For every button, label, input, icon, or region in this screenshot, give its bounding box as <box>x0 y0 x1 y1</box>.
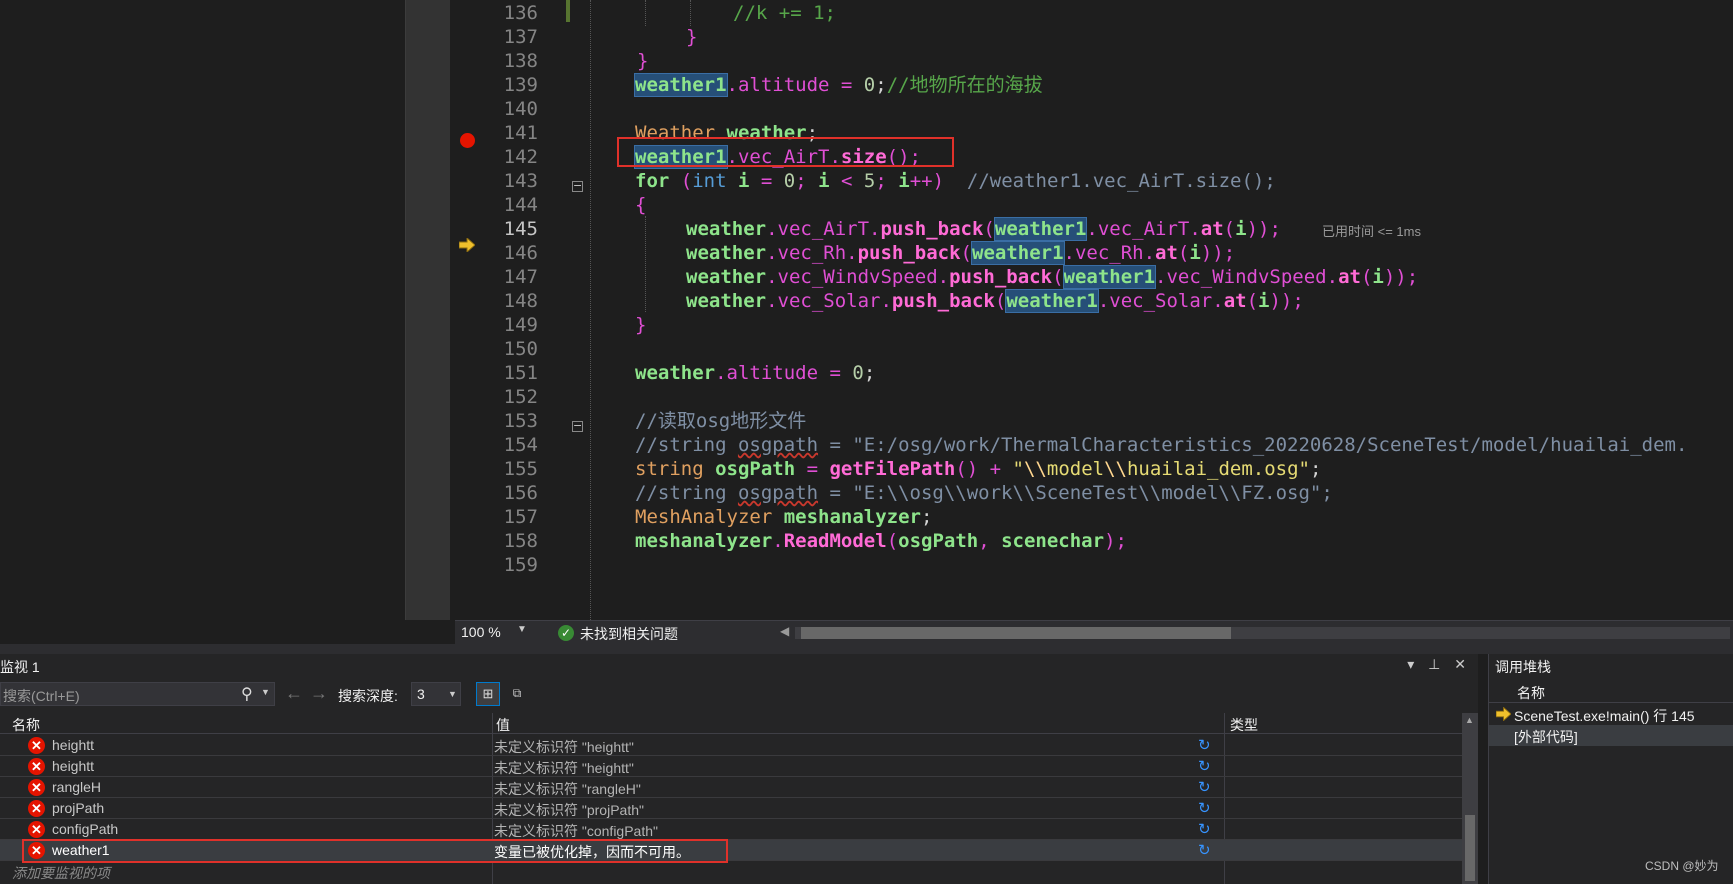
pin-icon[interactable]: ⊥ <box>1428 656 1440 672</box>
annotation-box <box>22 839 728 863</box>
format-icon[interactable]: ⧉ <box>505 682 529 706</box>
column-header-type[interactable]: 类型 <box>1230 715 1258 735</box>
watch-row-value: 未定义标识符 "heightt" <box>494 739 634 755</box>
editor-status-bar: 100 % ▼ ✓ 未找到相关问题 ◀ <box>455 620 1733 644</box>
code-line-148: weather.vec_Solar.push_back(weather1.vec… <box>686 289 1304 313</box>
error-icon: ✕ <box>28 821 45 838</box>
chevron-down-icon[interactable]: ▼ <box>517 624 527 635</box>
issues-status[interactable]: 未找到相关问题 <box>580 624 678 644</box>
watch-row-name[interactable]: projPath <box>52 800 104 816</box>
code-line-156: //string osgpath = "E:\\osg\\work\\Scene… <box>635 482 1333 504</box>
code-line-136: //k += 1; <box>733 2 836 24</box>
watch-row[interactable]: ✕ configPath 未定义标识符 "configPath" ↻ <box>0 819 1462 840</box>
code-line-157: MeshAnalyzer meshanalyzer; <box>635 506 933 528</box>
watch-row[interactable]: ✕ heightt 未定义标识符 "heightt" ↻ <box>0 756 1462 777</box>
code-line-138: } <box>637 50 649 72</box>
watch-toolbar: 搜索(Ctrl+E) ⚲ ▼ ← → 搜索深度: 3 ▼ ⊞ ⧉ <box>0 678 1478 710</box>
column-header-name[interactable]: 名称 <box>1517 683 1545 703</box>
watch-title: 监视 1 <box>0 659 40 675</box>
watch-row-name[interactable]: heightt <box>52 758 94 774</box>
code-line-153: //读取osg地形文件 <box>635 410 807 432</box>
call-stack-frame[interactable]: [外部代码] <box>1489 725 1733 746</box>
search-placeholder: 搜索(Ctrl+E) <box>3 688 80 704</box>
error-icon: ✕ <box>28 779 45 796</box>
search-depth-select[interactable]: 3 ▼ <box>411 682 461 706</box>
watch-row[interactable]: ✕ heightt 未定义标识符 "heightt" ↻ <box>0 735 1462 756</box>
column-header-name[interactable]: 名称 <box>12 715 40 735</box>
horizontal-scrollbar[interactable] <box>795 627 1730 639</box>
watch-row[interactable]: ✕ projPath 未定义标识符 "projPath" ↻ <box>0 798 1462 819</box>
add-watch-row[interactable]: 添加要监视的项 <box>0 861 1462 882</box>
search-input[interactable]: 搜索(Ctrl+E) ⚲ ▼ <box>0 682 275 706</box>
code-line-137: } <box>686 26 698 48</box>
search-icon[interactable]: ⚲ <box>241 684 253 704</box>
call-stack-header: 名称 <box>1489 679 1733 703</box>
watch-window: 监视 1 ▾ ⊥ ✕ 搜索(Ctrl+E) ⚲ ▼ ← → 搜索深度: 3 ▼ … <box>0 654 1478 884</box>
scroll-left-icon[interactable]: ◀ <box>780 624 789 638</box>
scroll-up-icon[interactable]: ▲ <box>1465 715 1474 725</box>
error-icon: ✕ <box>28 737 45 754</box>
call-stack-frame-label: SceneTest.exe!main() 行 145 <box>1514 708 1695 724</box>
watch-grid: 名称 值 类型 ✕ heightt 未定义标识符 "heightt" ↻ ✕ h… <box>0 713 1478 884</box>
code-line-155: string osgPath = getFilePath() + "\\mode… <box>635 458 1322 480</box>
zoom-level[interactable]: 100 % <box>461 624 501 640</box>
code-line-158: meshanalyzer.ReadModel(osgPath, scenecha… <box>635 530 1127 552</box>
elapsed-time-hint: 已用时间 <= 1ms <box>1322 224 1421 239</box>
refresh-icon[interactable]: ↻ <box>1198 820 1211 838</box>
error-icon: ✕ <box>28 800 45 817</box>
watch-row-value: 未定义标识符 "configPath" <box>494 823 658 839</box>
close-icon[interactable]: ✕ <box>1454 656 1466 672</box>
code-line-143: for (int i = 0; i < 5; i++) //weather1.v… <box>635 170 1276 192</box>
window-controls: ▾ ⊥ ✕ <box>1397 656 1466 673</box>
filter-icon[interactable]: ⊞ <box>476 682 500 706</box>
watch-row-name[interactable]: heightt <box>52 737 94 753</box>
panel-splitter[interactable] <box>0 644 1733 654</box>
check-circle-icon: ✓ <box>558 625 574 641</box>
scrollbar-thumb[interactable] <box>1465 815 1475 881</box>
refresh-icon[interactable]: ↻ <box>1198 736 1211 754</box>
current-frame-arrow-icon <box>1496 707 1511 721</box>
watch-row-value: 未定义标识符 "rangleH" <box>494 781 641 797</box>
code-editor[interactable]: 136 137 138 139 140 141 142 143 144 145 … <box>0 0 1733 620</box>
refresh-icon[interactable]: ↻ <box>1198 841 1211 859</box>
grid-header: 名称 值 类型 <box>0 713 1462 734</box>
refresh-icon[interactable]: ↻ <box>1198 757 1211 775</box>
call-stack-window: 调用堆栈 名称 SceneTest.exe!main() 行 145 [外部代码… <box>1488 654 1733 884</box>
refresh-icon[interactable]: ↻ <box>1198 778 1211 796</box>
watch-row-name[interactable]: configPath <box>52 821 118 837</box>
watermark: CSDN @妙为 <box>1645 859 1719 873</box>
code-line-149: } <box>635 314 647 336</box>
watch-row-value: 未定义标识符 "heightt" <box>494 760 634 776</box>
code-line-139: weather1.altitude = 0;//地物所在的海拔 <box>634 73 1043 97</box>
call-stack-frame-label: [外部代码] <box>1514 729 1578 745</box>
watch-row[interactable]: ✕ rangleH 未定义标识符 "rangleH" ↻ <box>0 777 1462 798</box>
search-depth-value: 3 <box>417 686 425 702</box>
scrollbar-thumb[interactable] <box>801 627 1231 639</box>
chevron-down-icon[interactable]: ▼ <box>448 689 457 699</box>
code-line-154: //string osgpath = "E:/osg/work/ThermalC… <box>635 434 1688 456</box>
chevron-down-icon[interactable]: ▼ <box>261 687 270 697</box>
refresh-icon[interactable]: ↻ <box>1198 799 1211 817</box>
code-area[interactable]: //k += 1; } } weather1.altitude = 0;//地物… <box>0 0 1733 620</box>
dropdown-icon[interactable]: ▾ <box>1407 656 1414 672</box>
column-header-value[interactable]: 值 <box>496 715 510 735</box>
code-line-146: weather.vec_Rh.push_back(weather1.vec_Rh… <box>686 241 1236 265</box>
watch-row-value: 未定义标识符 "projPath" <box>494 802 644 818</box>
code-line-151: weather.altitude = 0; <box>635 362 876 384</box>
call-stack-frame[interactable]: SceneTest.exe!main() 行 145 <box>1489 704 1733 725</box>
back-arrow-icon[interactable]: ← <box>285 683 303 704</box>
watch-row-name[interactable]: rangleH <box>52 779 101 795</box>
vertical-scrollbar[interactable]: ▲ <box>1462 713 1478 884</box>
code-line-144: { <box>635 194 647 216</box>
search-depth-label: 搜索深度: <box>338 688 398 704</box>
call-stack-title: 调用堆栈 <box>1495 659 1551 675</box>
forward-arrow-icon[interactable]: → <box>310 683 328 704</box>
add-watch-placeholder[interactable]: 添加要监视的项 <box>12 863 110 883</box>
code-line-147: weather.vec_WindvSpeed.push_back(weather… <box>686 265 1419 289</box>
code-line-145: weather.vec_AirT.push_back(weather1.vec_… <box>686 217 1281 241</box>
error-icon: ✕ <box>28 758 45 775</box>
annotation-box <box>617 137 954 167</box>
